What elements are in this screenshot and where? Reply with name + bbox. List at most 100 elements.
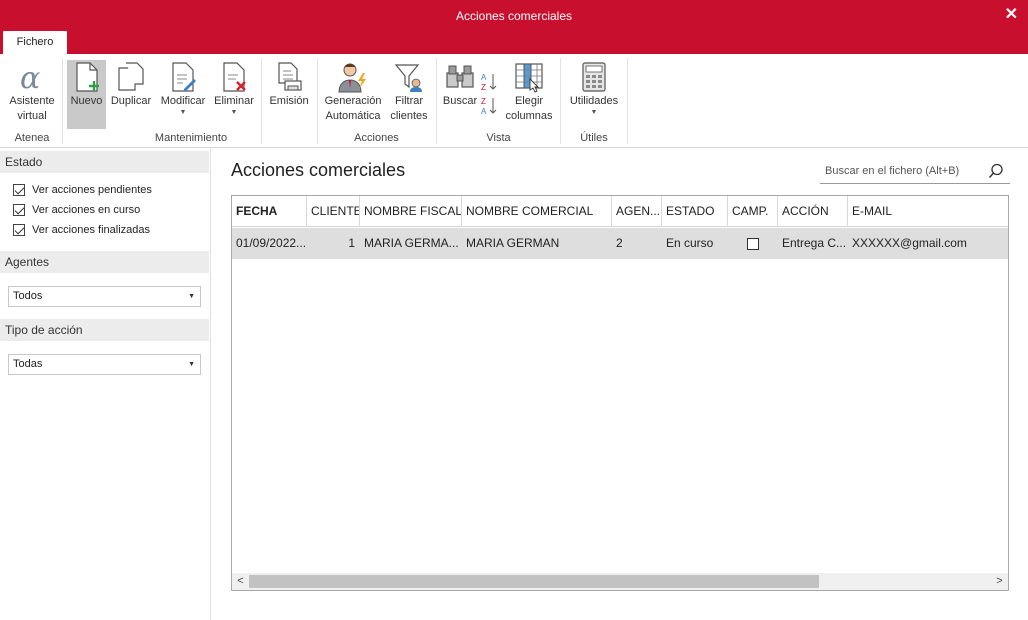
title-bar: Acciones comerciales ✕ Fichero: [0, 0, 1028, 54]
emision-label: Emisión: [269, 95, 309, 107]
eliminar-button[interactable]: Eliminar ▼: [211, 60, 257, 130]
group-vista: Vista: [486, 132, 511, 144]
calculator-icon: [565, 60, 623, 94]
cell-accion: Entrega C...: [782, 236, 847, 250]
scroll-right-icon[interactable]: >: [991, 573, 1008, 590]
chevron-down-icon[interactable]: ▼: [188, 287, 195, 306]
buscar-label: Buscar: [442, 95, 478, 107]
emision-button[interactable]: Emisión: [266, 60, 312, 130]
horizontal-scrollbar[interactable]: < >: [232, 573, 1008, 590]
group-mantenimiento: Mantenimiento: [154, 132, 228, 144]
asistente-virtual-button[interactable]: α Asistente virtual: [6, 60, 58, 130]
data-grid: FECHA CLIENTE NOMBRE FISCAL NOMBRE COMER…: [231, 195, 1009, 591]
filtrar-label: Filtrar clientes: [390, 95, 428, 122]
chevron-down-icon: ▼: [179, 109, 187, 116]
chevron-down-icon: ▼: [590, 109, 598, 116]
estado-section-header: Estado: [0, 151, 209, 173]
elegir-columnas-button[interactable]: Elegir columnas: [503, 60, 555, 130]
cell-nombre-comercial: MARIA GERMAN: [466, 236, 560, 250]
window-title: Acciones comerciales: [455, 9, 573, 23]
cell-campana: [728, 228, 778, 259]
checkbox-label: Ver acciones pendientes: [32, 184, 152, 196]
binoculars-icon: [441, 60, 479, 94]
chevron-down-icon[interactable]: ▼: [188, 355, 195, 374]
separator: [627, 58, 628, 144]
svg-text:A: A: [481, 107, 487, 116]
campana-checkbox[interactable]: [747, 237, 759, 250]
column-header-agente[interactable]: AGEN...: [612, 196, 662, 227]
search-input[interactable]: Buscar en el fichero (Alt+B): [820, 160, 1010, 184]
page-title: Acciones comerciales: [231, 160, 406, 180]
generacion-automatica-button[interactable]: Generación Automática: [322, 60, 384, 130]
delete-document-icon: [211, 60, 257, 94]
sort-descending-icon[interactable]: ZA: [481, 96, 501, 119]
cell-nombre-fiscal: MARIA GERMA...: [364, 236, 459, 250]
scrollbar-thumb[interactable]: [249, 575, 819, 588]
cell-cliente: 1: [348, 236, 355, 250]
tipo-accion-section-header: Tipo de acción: [0, 319, 209, 341]
column-header-fecha[interactable]: FECHA: [232, 196, 307, 227]
funnel-icon: [387, 60, 431, 94]
chevron-down-icon: ▼: [230, 109, 238, 116]
table-row[interactable]: 01/09/2022... 1 MARIA GERMA... MARIA GER…: [232, 228, 1008, 259]
column-header-estado[interactable]: ESTADO: [662, 196, 728, 227]
search-icon[interactable]: [988, 163, 1004, 187]
column-header-accion[interactable]: ACCIÓN: [778, 196, 848, 227]
svg-text:Z: Z: [481, 83, 486, 92]
column-header-campana[interactable]: CAMP.: [728, 196, 778, 227]
utilidades-label: Utilidades: [569, 95, 619, 107]
search-placeholder: Buscar en el fichero (Alt+B): [825, 165, 960, 177]
print-document-icon: [266, 60, 312, 94]
filtrar-clientes-button[interactable]: Filtrar clientes: [387, 60, 431, 130]
cell-agente: 2: [616, 236, 623, 250]
checkbox-label: Ver acciones finalizadas: [32, 224, 151, 236]
column-header-nombre-fiscal[interactable]: NOMBRE FISCAL: [360, 196, 462, 227]
checkbox-en-curso[interactable]: Ver acciones en curso: [13, 202, 140, 218]
duplicar-button[interactable]: Duplicar: [108, 60, 154, 130]
nuevo-label: Nuevo: [70, 95, 103, 107]
checkbox-pendientes[interactable]: Ver acciones pendientes: [13, 182, 152, 198]
agentes-selected-value: Todos: [13, 290, 43, 302]
agentes-select[interactable]: Todos ▼: [8, 286, 201, 307]
grid-header: FECHA CLIENTE NOMBRE FISCAL NOMBRE COMER…: [232, 196, 1008, 227]
asistente-label: Asistente virtual: [9, 95, 55, 122]
cell-email: XXXXXX@gmail.com: [852, 236, 967, 250]
tab-fichero[interactable]: Fichero: [3, 31, 67, 54]
column-header-cliente[interactable]: CLIENTE: [307, 196, 360, 227]
checkbox-checked-icon[interactable]: [13, 204, 25, 216]
edit-document-icon: [156, 60, 210, 94]
alpha-icon: α: [6, 60, 58, 94]
new-document-icon: [67, 60, 106, 94]
cell-estado: En curso: [666, 236, 714, 250]
checkbox-label: Ver acciones en curso: [32, 204, 141, 216]
group-acciones: Acciones: [354, 132, 399, 144]
tipo-accion-selected-value: Todas: [13, 358, 43, 370]
column-header-nombre-comercial[interactable]: NOMBRE COMERCIAL: [462, 196, 612, 227]
checkbox-checked-icon[interactable]: [13, 184, 25, 196]
generacion-label: Generación Automática: [324, 95, 382, 122]
sort-ascending-icon[interactable]: AZ: [481, 72, 501, 95]
duplicar-label: Duplicar: [110, 95, 152, 107]
tipo-accion-select[interactable]: Todas ▼: [8, 354, 201, 375]
ribbon: α Asistente virtual Atenea Nuevo Duplica…: [0, 54, 1028, 148]
modificar-button[interactable]: Modificar ▼: [156, 60, 210, 130]
separator: [62, 58, 63, 144]
utilidades-button[interactable]: Utilidades ▼: [565, 60, 623, 130]
scroll-left-icon[interactable]: <: [232, 573, 249, 590]
duplicate-icon: [108, 60, 154, 94]
buscar-button[interactable]: Buscar: [441, 60, 479, 130]
svg-text:A: A: [481, 73, 487, 82]
agentes-section-header: Agentes: [0, 251, 209, 273]
checkbox-finalizadas[interactable]: Ver acciones finalizadas: [13, 222, 150, 238]
nuevo-button[interactable]: Nuevo: [67, 60, 106, 129]
cell-fecha: 01/09/2022...: [236, 236, 307, 250]
filter-sidebar: Estado Ver acciones pendientes Ver accio…: [0, 148, 211, 620]
group-atenea: Atenea: [14, 132, 50, 144]
elegir-label: Elegir columnas: [505, 95, 553, 122]
checkbox-checked-icon[interactable]: [13, 224, 25, 236]
column-header-email[interactable]: E-MAIL: [848, 196, 1008, 227]
eliminar-label: Eliminar: [214, 95, 254, 107]
svg-text:α: α: [20, 61, 40, 93]
close-icon[interactable]: ✕: [1005, 4, 1018, 24]
group-utiles: Útiles: [580, 132, 608, 144]
